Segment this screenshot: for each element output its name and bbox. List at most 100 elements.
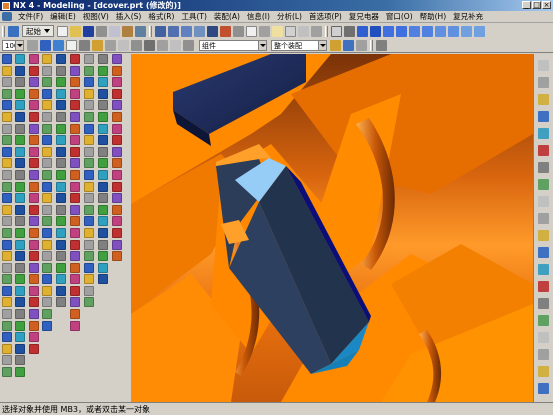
pocket-icon[interactable] — [84, 227, 94, 238]
datum-axis-icon[interactable] — [29, 158, 39, 169]
bottom-view-icon[interactable] — [461, 25, 472, 37]
unite-icon[interactable] — [29, 262, 39, 273]
unite-icon[interactable] — [70, 158, 80, 169]
hole-icon[interactable] — [56, 274, 66, 285]
intersect-icon[interactable] — [112, 77, 122, 88]
selection-scope-combo[interactable]: 整个装配 — [271, 40, 327, 51]
intersect-icon[interactable] — [29, 285, 39, 296]
revolve-icon[interactable] — [98, 158, 108, 169]
unite-icon[interactable] — [42, 227, 52, 238]
split-icon[interactable] — [15, 169, 25, 180]
menu-custom-supplement[interactable]: 复兄补充 — [450, 11, 487, 22]
measure-distance-icon[interactable] — [538, 281, 549, 292]
show-icon[interactable] — [259, 25, 270, 37]
analysis-icon[interactable] — [311, 25, 322, 37]
point-icon[interactable] — [15, 204, 25, 215]
unite-icon[interactable] — [15, 297, 25, 308]
pattern-icon[interactable] — [56, 181, 66, 192]
shell-icon[interactable] — [98, 262, 108, 273]
history-icon[interactable] — [538, 111, 549, 122]
mirror-icon[interactable] — [98, 65, 108, 76]
unite-icon[interactable] — [84, 123, 94, 134]
light-icon[interactable] — [538, 349, 549, 360]
pad-icon[interactable] — [29, 54, 39, 64]
blend-icon[interactable] — [15, 123, 25, 134]
slot-icon[interactable] — [70, 285, 80, 296]
sketch-icon[interactable] — [98, 135, 108, 146]
wireframe-icon[interactable] — [331, 25, 342, 37]
blend-icon[interactable] — [98, 239, 108, 250]
subtract-icon[interactable] — [112, 65, 122, 76]
chamfer-icon[interactable] — [2, 169, 12, 180]
pocket-icon[interactable] — [15, 77, 25, 88]
chevron-down-icon[interactable] — [258, 41, 266, 50]
shaded-edges-icon[interactable] — [370, 25, 381, 37]
slot-icon[interactable] — [98, 216, 108, 227]
menu-help[interactable]: 帮助(H) — [417, 11, 451, 22]
render-style-icon[interactable] — [220, 25, 231, 37]
unite-icon[interactable] — [112, 54, 122, 64]
pocket-icon[interactable] — [112, 158, 122, 169]
face-icon[interactable] — [118, 40, 129, 51]
sketch-icon[interactable] — [42, 274, 52, 285]
split-icon[interactable] — [42, 100, 52, 111]
revolve-icon[interactable] — [112, 123, 122, 134]
help-icon[interactable] — [538, 145, 549, 156]
pad-icon[interactable] — [112, 169, 122, 180]
shell-icon[interactable] — [42, 77, 52, 88]
shell-icon[interactable] — [15, 146, 25, 157]
maximize-button[interactable]: □ — [532, 1, 541, 9]
edge-icon[interactable] — [105, 40, 116, 51]
layer-settings-icon[interactable] — [538, 196, 549, 207]
fit-view-icon[interactable] — [155, 25, 166, 37]
rotate-icon[interactable] — [194, 25, 205, 37]
menu-preferences[interactable]: 首选项(P) — [306, 11, 346, 22]
line-icon[interactable] — [56, 111, 66, 122]
assembly-navigator-icon[interactable] — [538, 60, 549, 71]
graphics-viewport[interactable] — [131, 54, 533, 402]
mirror-icon[interactable] — [29, 239, 39, 250]
shaded-icon[interactable] — [357, 25, 368, 37]
spline-icon[interactable] — [84, 77, 94, 88]
application-icon[interactable] — [8, 25, 19, 37]
trim-icon[interactable] — [29, 123, 39, 134]
unite-icon[interactable] — [2, 332, 12, 343]
intersect-icon[interactable] — [15, 320, 25, 331]
hole-icon[interactable] — [42, 309, 52, 320]
text-icon[interactable] — [70, 193, 80, 204]
menu-window[interactable]: 窗口(O) — [383, 11, 417, 22]
intersect-icon[interactable] — [42, 251, 52, 262]
blend-icon[interactable] — [42, 54, 52, 64]
circle-icon[interactable] — [70, 100, 80, 111]
arc-icon[interactable] — [56, 123, 66, 134]
menu-file[interactable]: 文件(F) — [15, 11, 47, 22]
revolve-icon[interactable] — [56, 262, 66, 273]
chamfer-icon[interactable] — [70, 320, 80, 331]
arc-icon[interactable] — [70, 88, 80, 99]
measure-icon[interactable] — [298, 25, 309, 37]
revolve-icon[interactable] — [42, 297, 52, 308]
material-icon[interactable] — [538, 332, 549, 343]
minimize-button[interactable]: _ — [522, 1, 531, 9]
boss-icon[interactable] — [15, 65, 25, 76]
pad-icon[interactable] — [84, 239, 94, 250]
body-icon[interactable] — [131, 40, 142, 51]
undo-icon[interactable] — [135, 25, 146, 37]
pad-icon[interactable] — [98, 204, 108, 215]
arc-icon[interactable] — [15, 227, 25, 238]
extrude-icon[interactable] — [70, 216, 80, 227]
revolve-icon[interactable] — [2, 77, 12, 88]
pattern-icon[interactable] — [29, 251, 39, 262]
text-icon[interactable] — [84, 158, 94, 169]
line-icon[interactable] — [29, 181, 39, 192]
quick-pick-icon[interactable] — [79, 40, 90, 51]
mirror-icon[interactable] — [84, 100, 94, 111]
feature-icon[interactable] — [92, 40, 103, 51]
snap-point-icon[interactable] — [53, 40, 64, 51]
offset-icon[interactable] — [42, 193, 52, 204]
top-view-icon[interactable] — [409, 25, 420, 37]
datum-plane-icon[interactable] — [2, 216, 12, 227]
pocket-icon[interactable] — [56, 297, 66, 308]
datum-plane-icon[interactable] — [15, 181, 25, 192]
view-orient-icon[interactable] — [207, 25, 218, 37]
